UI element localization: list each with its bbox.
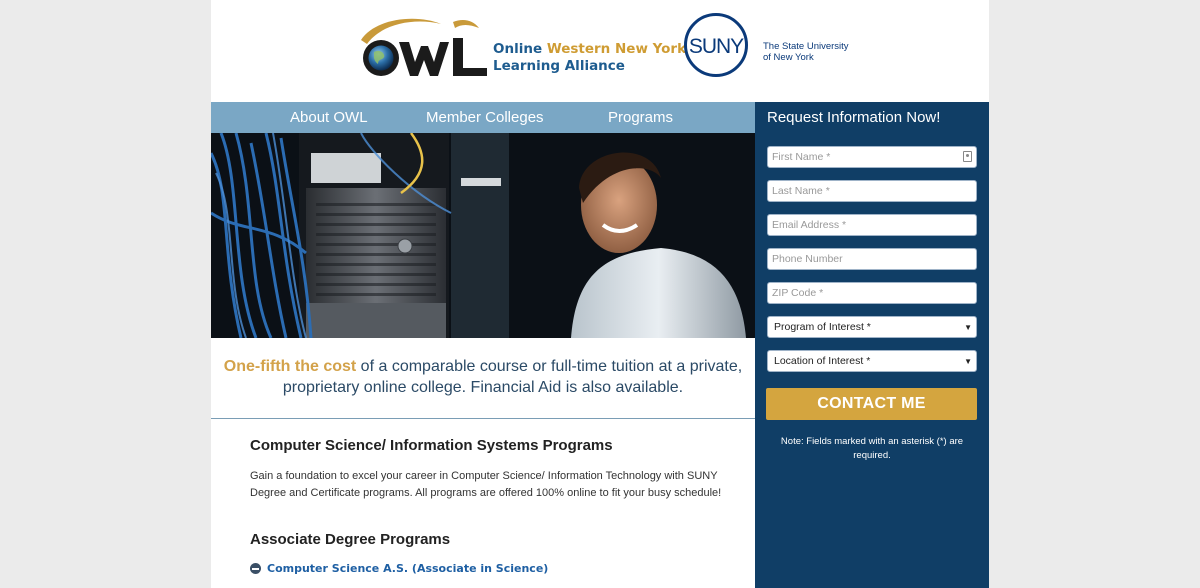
- email-field[interactable]: [767, 214, 977, 236]
- required-fields-note: Note: Fields marked with an asterisk (*)…: [780, 436, 964, 461]
- collapse-minus-icon[interactable]: [250, 563, 261, 574]
- autofill-contact-icon[interactable]: [963, 151, 972, 162]
- page: Online Western New York Learning Allianc…: [211, 0, 989, 588]
- associate-program-link[interactable]: Computer Science A.S. (Associate in Scie…: [250, 562, 548, 575]
- suny-name: The State University of New York: [763, 41, 849, 63]
- last-name-field[interactable]: [767, 180, 977, 202]
- tagline-highlight: One-fifth the cost: [223, 358, 357, 375]
- location-select-value: Location of Interest *: [774, 355, 871, 367]
- program-content: Computer Science/ Information Systems Pr…: [250, 436, 730, 575]
- nav-about-owl[interactable]: About OWL: [290, 109, 368, 126]
- owl-name-line2: Learning Alliance: [493, 58, 625, 74]
- owl-name-wny: Western New York: [546, 41, 687, 57]
- associate-degree-title: Associate Degree Programs: [250, 531, 451, 548]
- form-title: Request Information Now!: [767, 109, 941, 126]
- site-header: Online Western New York Learning Allianc…: [211, 0, 989, 102]
- contact-me-button[interactable]: CONTACT ME: [766, 388, 977, 420]
- main-nav: About OWL Member Colleges Programs: [211, 102, 755, 133]
- suny-name-line2: of New York: [763, 52, 814, 63]
- owl-logo[interactable]: [357, 16, 493, 82]
- zip-code-field[interactable]: [767, 282, 977, 304]
- dropdown-arrow-icon: ▼: [964, 357, 972, 366]
- request-info-form: Request Information Now! Program of Inte…: [755, 102, 989, 588]
- owl-name-online: Online: [493, 41, 547, 57]
- section-description: Gain a foundation to excel your career i…: [250, 470, 722, 499]
- program-select-value: Program of Interest *: [774, 321, 871, 333]
- first-name-field[interactable]: [767, 146, 977, 168]
- associate-program-link-text[interactable]: Computer Science A.S. (Associate in Scie…: [267, 562, 548, 575]
- suny-logo[interactable]: SUNY: [683, 12, 749, 78]
- location-of-interest-select[interactable]: Location of Interest * ▼: [767, 350, 977, 372]
- suny-name-line1: The State University: [763, 41, 849, 52]
- phone-field[interactable]: [767, 248, 977, 270]
- dropdown-arrow-icon: ▼: [964, 323, 972, 332]
- section-divider: [211, 418, 755, 419]
- hero-photo-illustration: [211, 133, 755, 338]
- nav-programs[interactable]: Programs: [608, 109, 673, 126]
- program-of-interest-select[interactable]: Program of Interest * ▼: [767, 316, 977, 338]
- owl-name: Online Western New York Learning Allianc…: [493, 41, 686, 75]
- hero-image: [211, 133, 755, 338]
- suny-logo-text: SUNY: [689, 35, 744, 58]
- tagline: One-fifth the cost of a comparable cours…: [211, 356, 755, 398]
- nav-member-colleges[interactable]: Member Colleges: [426, 109, 544, 126]
- section-title: Computer Science/ Information Systems Pr…: [250, 437, 613, 454]
